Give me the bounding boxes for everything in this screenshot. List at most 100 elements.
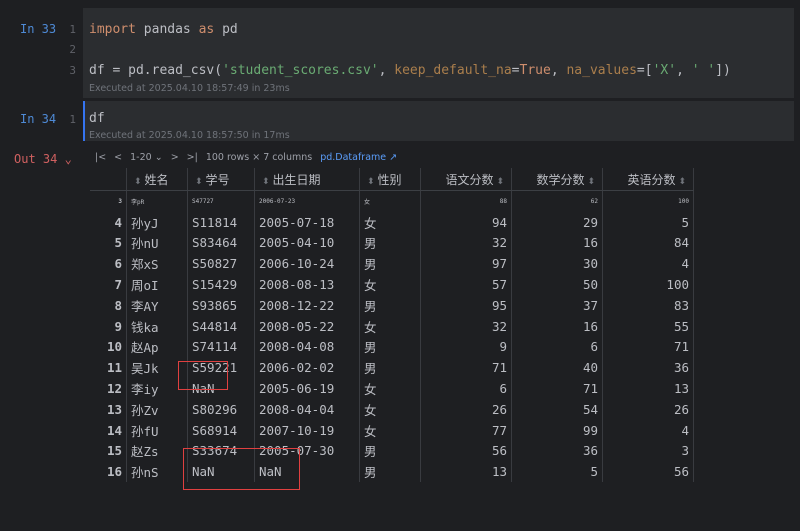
cell-date: 2006-07-23 [254, 190, 360, 212]
column-header[interactable]: 语文分数 ⬍ [420, 168, 512, 191]
table-row[interactable]: 12 李iy NaN 2005-06-19 女 6 71 13 [90, 378, 694, 399]
table-row[interactable]: 10 赵Ap S74114 2008-04-08 男 9 6 71 [90, 336, 694, 358]
cell-id: S80296 [187, 398, 255, 420]
cell-id: S33674 [187, 440, 255, 462]
code-cell-33[interactable]: import pandas as pd df = pd.read_csv('st… [83, 8, 794, 98]
rows-summary: 100 rows × 7 columns [205, 152, 313, 163]
column-header[interactable]: 英语分数 ⬍ [602, 168, 694, 191]
row-index: 9 [90, 315, 127, 337]
table-row[interactable]: 13 孙Zv S80296 2008-04-04 女 26 54 26 [90, 398, 694, 420]
line-number: 2 [69, 43, 76, 56]
cell-english: 100 [602, 274, 694, 295]
cell-id: S74114 [187, 336, 255, 358]
cell-id: S93865 [187, 294, 255, 316]
cell-date: NaN [254, 461, 360, 483]
cell-math: 50 [511, 274, 603, 295]
cell-english: 36 [602, 357, 694, 379]
column-header[interactable]: 数学分数 ⬍ [511, 168, 603, 191]
table-row[interactable]: 16 孙nS NaN NaN 男 13 5 56 [90, 461, 694, 483]
collapse-chevron-icon[interactable]: ⌄ [65, 152, 72, 166]
last-page-icon[interactable]: >| [187, 152, 198, 163]
cell-english: 3 [602, 440, 694, 462]
row-index: 4 [90, 211, 127, 233]
cell-math: 30 [511, 253, 603, 275]
next-page-icon[interactable]: > [171, 152, 179, 163]
cell-id: S11814 [187, 211, 255, 233]
cell-math: 16 [511, 232, 603, 254]
code-line-3[interactable]: df = pd.read_csv('student_scores.csv', k… [89, 63, 731, 78]
table-row[interactable]: 7 周oI S15429 2008-08-13 女 57 50 100 [90, 274, 694, 295]
cell-english: 56 [602, 461, 694, 483]
cell-id: NaN [187, 461, 255, 483]
cell-chinese: 26 [420, 398, 512, 420]
cell-name: 孙yJ [126, 211, 188, 233]
table-row[interactable]: 9 钱ka S44814 2008-05-22 女 32 16 55 [90, 315, 694, 337]
code-cell-34[interactable]: df Executed at 2025.04.10 18:57:50 in 17… [83, 101, 794, 141]
column-header[interactable]: ⬍ 学号 [187, 168, 255, 191]
cell-id: S68914 [187, 419, 255, 441]
line-number: 3 [69, 64, 76, 77]
table-row[interactable]: 15 赵Zs S33674 2005-07-30 男 56 36 3 [90, 440, 694, 462]
cell-math: 29 [511, 211, 603, 233]
cell-name: 赵Ap [126, 336, 188, 358]
cell-sex: 女 [359, 211, 421, 233]
row-index: 16 [90, 461, 127, 483]
cell-math: 62 [511, 190, 603, 212]
cell-english: 4 [602, 419, 694, 441]
cell-chinese: 97 [420, 253, 512, 275]
cell-chinese: 32 [420, 315, 512, 337]
cell-date: 2005-06-19 [254, 378, 360, 399]
cell-chinese: 77 [420, 419, 512, 441]
dataframe-table: ⬍ 姓名 ⬍ 学号 ⬍ 出生日期 ⬍ 性别 语文分数 ⬍ 数学分数 ⬍ 英语分数 ⬍ 3 李p… [90, 168, 694, 483]
cell-name: 李AY [126, 294, 188, 316]
cell-english: 4 [602, 253, 694, 275]
cell-chinese: 13 [420, 461, 512, 483]
cell-chinese: 71 [420, 357, 512, 379]
cell-math: 16 [511, 315, 603, 337]
cell-english: 26 [602, 398, 694, 420]
row-index: 11 [90, 357, 127, 379]
table-row-partial: 3 李pR S47727 2006-07-23 女 88 62 100 [90, 190, 694, 212]
table-row[interactable]: 5 孙nU S83464 2005-04-10 男 32 16 84 [90, 232, 694, 254]
cell-sex: 男 [359, 440, 421, 462]
cell-name: 李iy [126, 378, 188, 399]
cell-english: 84 [602, 232, 694, 254]
table-row[interactable]: 6 郑xS S50827 2006-10-24 男 97 30 4 [90, 253, 694, 275]
table-row[interactable]: 11 吴Jk S59221 2006-02-02 男 71 40 36 [90, 357, 694, 379]
first-page-icon[interactable]: |< [95, 152, 106, 163]
dataframe-type-link[interactable]: pd.Dataframe ↗ [320, 152, 397, 163]
cell-chinese: 56 [420, 440, 512, 462]
cell-english: 13 [602, 378, 694, 399]
cell-chinese: 32 [420, 232, 512, 254]
code-line-1[interactable]: df [89, 111, 105, 126]
cell-name: 孙nU [126, 232, 188, 254]
cell-date: 2006-10-24 [254, 253, 360, 275]
cell-sex: 男 [359, 357, 421, 379]
row-index: 8 [90, 294, 127, 316]
cell-math: 99 [511, 419, 603, 441]
column-header[interactable]: ⬍ 性别 [359, 168, 421, 191]
prev-page-icon[interactable]: < [114, 152, 122, 163]
column-header[interactable]: ⬍ 出生日期 [254, 168, 360, 191]
cell-chinese: 88 [420, 190, 512, 212]
row-index: 3 [90, 190, 127, 212]
cell-english: 71 [602, 336, 694, 358]
cell-id: S59221 [187, 357, 255, 379]
cell-sex: 男 [359, 253, 421, 275]
table-row[interactable]: 8 李AY S93865 2008-12-22 男 95 37 83 [90, 294, 694, 316]
line-number: 1 [69, 113, 76, 126]
cell-date: 2005-07-18 [254, 211, 360, 233]
cell-sex: 男 [359, 336, 421, 358]
cell-sex: 女 [359, 419, 421, 441]
column-header[interactable]: ⬍ 姓名 [126, 168, 188, 191]
table-row[interactable]: 4 孙yJ S11814 2005-07-18 女 94 29 5 [90, 211, 694, 233]
cell-math: 71 [511, 378, 603, 399]
cell-english: 55 [602, 315, 694, 337]
cell-date: 2008-08-13 [254, 274, 360, 295]
code-line-1[interactable]: import pandas as pd [89, 22, 238, 37]
table-row[interactable]: 14 孙fU S68914 2007-10-19 女 77 99 4 [90, 419, 694, 441]
page-range-select[interactable]: 1-20 ⌄ [130, 152, 163, 163]
cell-id: NaN [187, 378, 255, 399]
row-index: 7 [90, 274, 127, 295]
cell-id: S15429 [187, 274, 255, 295]
